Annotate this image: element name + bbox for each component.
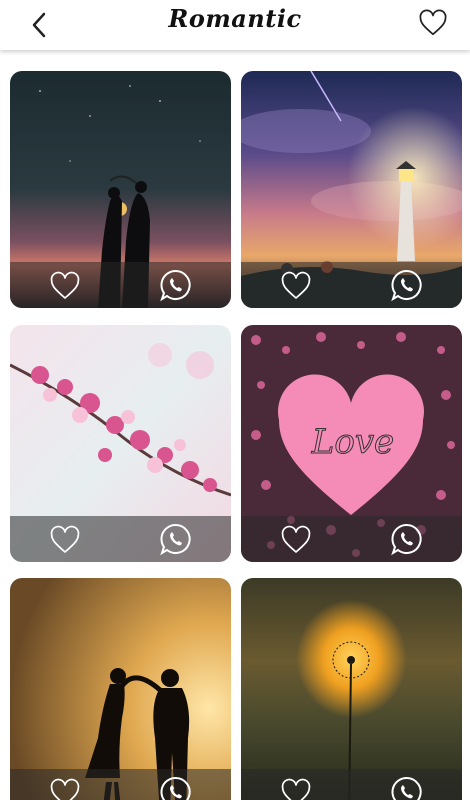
wallpaper-image	[241, 578, 462, 800]
wallpaper-card[interactable]	[10, 325, 231, 562]
heart-outline-icon	[281, 271, 311, 299]
card-action-bar	[241, 516, 462, 562]
whatsapp-icon	[160, 776, 191, 800]
whatsapp-share-button[interactable]	[159, 522, 193, 556]
card-action-bar	[241, 262, 462, 308]
like-button[interactable]	[48, 524, 82, 556]
like-button[interactable]	[279, 524, 313, 556]
wallpaper-image	[10, 578, 231, 800]
whatsapp-share-button[interactable]	[390, 775, 424, 800]
whatsapp-share-button[interactable]	[390, 268, 424, 302]
whatsapp-icon	[160, 523, 191, 556]
wallpaper-card[interactable]	[10, 578, 231, 800]
heart-outline-icon	[419, 9, 447, 36]
app-bar: Romantic	[0, 0, 470, 50]
heart-outline-icon	[50, 271, 80, 299]
page-title: Romantic	[168, 4, 302, 33]
whatsapp-icon	[391, 776, 422, 800]
whatsapp-icon	[160, 269, 191, 302]
whatsapp-icon	[391, 269, 422, 302]
like-button[interactable]	[48, 777, 82, 800]
whatsapp-share-button[interactable]	[390, 522, 424, 556]
card-action-bar	[241, 769, 462, 800]
whatsapp-share-button[interactable]	[159, 775, 193, 800]
wallpaper-card[interactable]	[10, 71, 231, 308]
wallpaper-card[interactable]	[241, 71, 462, 308]
like-button[interactable]	[48, 270, 82, 302]
whatsapp-share-button[interactable]	[159, 268, 193, 302]
heart-outline-icon	[281, 525, 311, 553]
heart-outline-icon	[50, 778, 80, 800]
card-action-bar	[10, 769, 231, 800]
whatsapp-icon	[391, 523, 422, 556]
love-text: Love	[311, 422, 394, 462]
card-action-bar	[10, 262, 231, 308]
wallpaper-card[interactable]	[241, 578, 462, 800]
heart-outline-icon	[281, 778, 311, 800]
wallpaper-card[interactable]: Love	[241, 325, 462, 562]
heart-outline-icon	[50, 525, 80, 553]
like-button[interactable]	[279, 777, 313, 800]
like-button[interactable]	[279, 270, 313, 302]
card-action-bar	[10, 516, 231, 562]
favorites-button[interactable]	[418, 8, 448, 38]
wallpaper-grid: Love	[0, 50, 470, 800]
